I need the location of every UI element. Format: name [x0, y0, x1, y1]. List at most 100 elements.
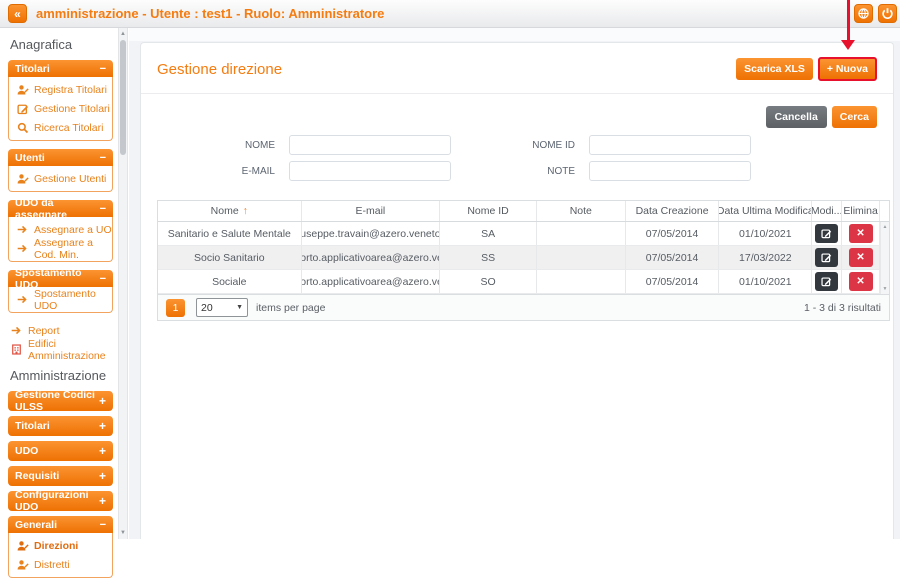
cell-email: supporto.applicativoarea@azero.vene...: [302, 246, 441, 269]
sidebar-section-spostamento-udo: Spostamento UDO − Spostamento UDO: [8, 270, 113, 313]
sort-ascending-icon: ↑: [243, 205, 248, 217]
edit-row-button[interactable]: [815, 248, 838, 267]
page-1-button[interactable]: 1: [166, 299, 185, 317]
delete-row-button[interactable]: ✕: [849, 272, 873, 291]
cancella-button[interactable]: Cancella: [766, 106, 827, 128]
section-title: Titolari: [15, 63, 50, 75]
table-row: Sanitario e Salute Mentale giuseppe.trav…: [158, 222, 889, 246]
sidebar-section-header-utenti[interactable]: Utenti −: [8, 149, 113, 166]
cell-data-creazione: 07/05/2014: [626, 246, 720, 269]
divider: [141, 93, 893, 94]
column-header-nome-id[interactable]: Nome ID: [440, 201, 537, 221]
email-label: E-MAIL: [157, 166, 275, 177]
column-header-data-creazione[interactable]: Data Creazione: [626, 201, 720, 221]
delete-row-button[interactable]: ✕: [849, 248, 873, 267]
pagination-bar: 1 20 ▼ items per page 1 - 3 di 3 risulta…: [158, 294, 889, 320]
sidebar-section-header-generali[interactable]: Generali −: [8, 516, 113, 533]
delete-row-button[interactable]: ✕: [849, 224, 873, 243]
scarica-xls-button[interactable]: Scarica XLS: [736, 58, 813, 80]
cell-email: giuseppe.travain@azero.veneto.it: [302, 222, 441, 245]
table-scrollbar[interactable]: ▲ ▼: [880, 222, 889, 294]
collapse-minus-icon[interactable]: −: [100, 519, 106, 531]
page-title: Gestione direzione: [157, 61, 282, 78]
cell-nome: Sociale: [158, 270, 302, 293]
sidebar-group-anagrafica: Anagrafica: [10, 37, 118, 52]
cell-nome: Socio Sanitario: [158, 246, 302, 269]
pencil-square-icon: [821, 252, 832, 263]
cell-data-ultima-modifica: 01/10/2021: [719, 270, 812, 293]
sidebar-section-header-titolari[interactable]: Titolari −: [8, 60, 113, 77]
sidebar-section-udo[interactable]: UDO +: [8, 441, 113, 461]
scrollbar-thumb[interactable]: [120, 40, 126, 155]
sidebar-section-udo-da-assegnare: UDO da assegnare − Assegnare a UO Assegn…: [8, 200, 113, 262]
sidebar-item-spostamento-udo[interactable]: Spostamento UDO: [9, 290, 112, 309]
cell-email: supporto.applicativoarea@azero.vene...: [302, 270, 441, 293]
results-count: 1 - 3 di 3 risultati: [804, 302, 881, 314]
content-card: Gestione direzione Scarica XLS + Nuova C…: [140, 42, 894, 539]
sidebar-scrollbar[interactable]: ▲ ▼: [118, 28, 128, 539]
sidebar-collapse-button[interactable]: «: [8, 4, 27, 23]
sidebar-section-configurazioni-udo[interactable]: Configurazioni UDO +: [8, 491, 113, 511]
edit-row-button[interactable]: [815, 272, 838, 291]
column-header-email[interactable]: E-mail: [302, 201, 441, 221]
sidebar-section-titolari-admin[interactable]: Titolari +: [8, 416, 113, 436]
sidebar-item-label: Gestione Titolari: [34, 103, 110, 115]
sidebar-section-header-udo-da-assegnare[interactable]: UDO da assegnare −: [8, 200, 113, 217]
note-label: NOTE: [451, 166, 575, 177]
arrow-right-icon: [11, 325, 23, 337]
cerca-button[interactable]: Cerca: [832, 106, 877, 128]
directions-table: Nome ↑ E-mail Nome ID Note Data Creazion…: [157, 200, 890, 321]
collapse-minus-icon[interactable]: −: [100, 203, 106, 215]
scroll-down-icon[interactable]: ▼: [881, 286, 889, 292]
note-input[interactable]: [589, 161, 751, 181]
page-size-select[interactable]: 20 ▼: [196, 298, 248, 317]
annotation-arrow-line: [847, 0, 850, 40]
expand-plus-icon[interactable]: +: [99, 494, 106, 508]
annotation-arrow-head: [841, 40, 855, 50]
sidebar-section-requisiti[interactable]: Requisiti +: [8, 466, 113, 486]
arrow-right-icon: [17, 294, 29, 306]
sidebar-section-header-spostamento-udo[interactable]: Spostamento UDO −: [8, 270, 113, 287]
collapse-minus-icon[interactable]: −: [100, 63, 106, 75]
expand-plus-icon[interactable]: +: [99, 469, 106, 483]
section-title: UDO da assegnare: [15, 197, 100, 221]
section-title: Titolari: [15, 420, 50, 432]
sidebar-item-gestione-utenti[interactable]: Gestione Utenti: [9, 169, 112, 188]
sidebar-item-assegnare-a-cod-min[interactable]: Assegnare a Cod. Min.: [9, 239, 112, 258]
column-header-note[interactable]: Note: [537, 201, 626, 221]
expand-plus-icon[interactable]: +: [99, 394, 106, 408]
sidebar-item-ricerca-titolari[interactable]: Ricerca Titolari: [9, 118, 112, 137]
globe-button[interactable]: [854, 4, 873, 23]
expand-plus-icon[interactable]: +: [99, 444, 106, 458]
cell-note: [537, 246, 626, 269]
power-icon: [881, 7, 894, 20]
sidebar-item-registra-titolari[interactable]: Registra Titolari: [9, 80, 112, 99]
sidebar-section-gestione-codici-ulss[interactable]: Gestione Codici ULSS +: [8, 391, 113, 411]
email-input[interactable]: [289, 161, 451, 181]
scroll-up-icon[interactable]: ▲: [881, 224, 889, 230]
collapse-minus-icon[interactable]: −: [100, 152, 106, 164]
scroll-up-icon[interactable]: ▲: [119, 30, 127, 38]
section-title: Requisiti: [15, 470, 59, 482]
sidebar-item-distretti[interactable]: Distretti: [9, 555, 112, 574]
person-edit-icon: [17, 540, 29, 552]
expand-plus-icon[interactable]: +: [99, 419, 106, 433]
column-header-data-ultima-modifica[interactable]: Data Ultima Modifica: [719, 201, 812, 221]
sidebar-item-edifici-amministrazione[interactable]: Edifici Amministrazione: [3, 340, 118, 359]
sidebar-item-gestione-titolari[interactable]: Gestione Titolari: [9, 99, 112, 118]
person-edit-icon: [17, 84, 29, 96]
nome-id-input[interactable]: [589, 135, 751, 155]
page-size-value: 20: [201, 302, 213, 314]
edit-row-button[interactable]: [815, 224, 838, 243]
logout-button[interactable]: [878, 4, 897, 23]
sidebar-section-utenti: Utenti − Gestione Utenti: [8, 149, 113, 192]
collapse-minus-icon[interactable]: −: [100, 273, 106, 285]
top-bar: « amministrazione - Utente : test1 - Ruo…: [0, 0, 900, 28]
cell-note: [537, 222, 626, 245]
nuova-button[interactable]: + Nuova: [818, 57, 877, 81]
nome-input[interactable]: [289, 135, 451, 155]
column-header-nome[interactable]: Nome ↑: [158, 201, 302, 221]
scroll-down-icon[interactable]: ▼: [119, 529, 127, 537]
sidebar-item-label: Edifici Amministrazione: [28, 338, 118, 362]
sidebar-section-generali: Generali − Direzioni Distretti: [8, 516, 113, 578]
